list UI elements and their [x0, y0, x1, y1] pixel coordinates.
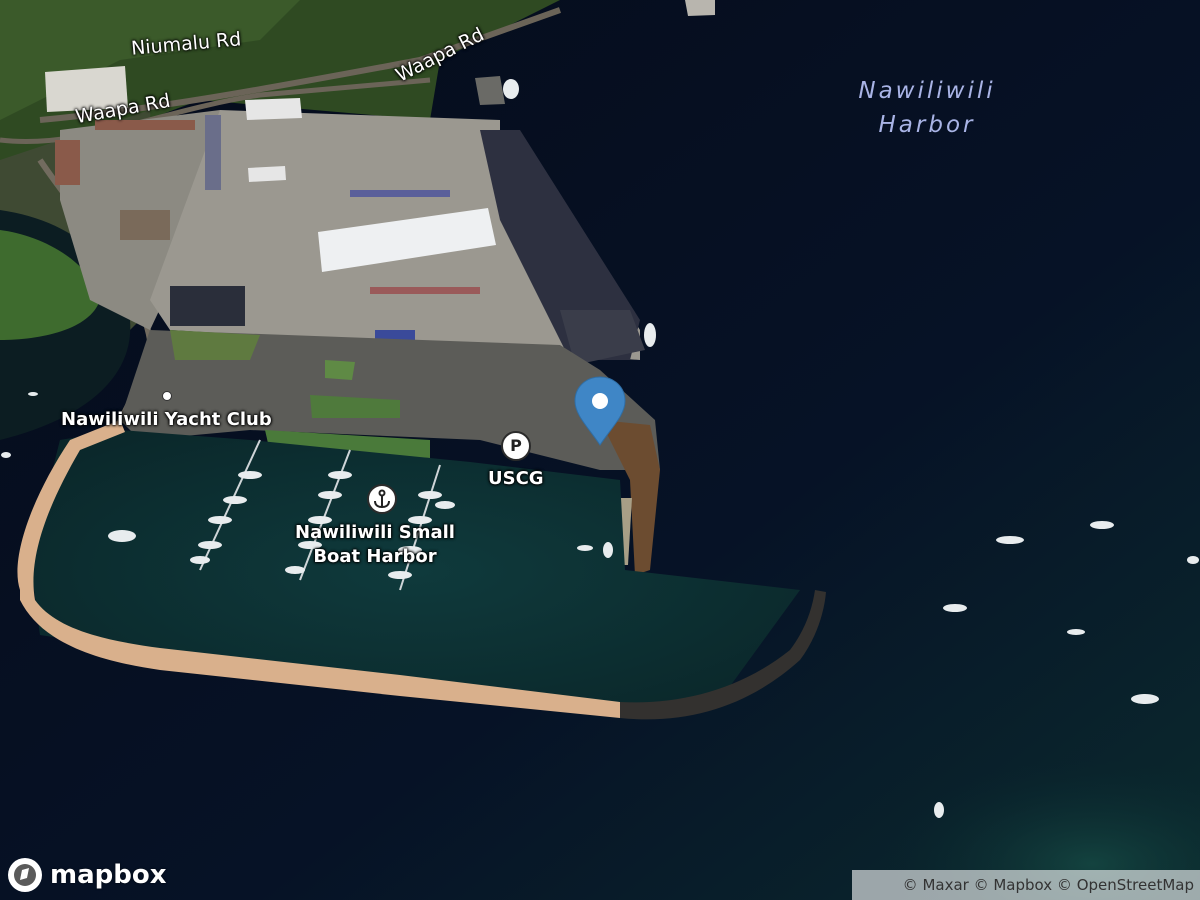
attribution-mapbox-link[interactable]: © Mapbox — [974, 876, 1053, 894]
location-pin-icon[interactable] — [573, 375, 627, 451]
map-view[interactable]: Nawiliwili Harbor Niumalu Rd Waapa Rd Wa… — [0, 0, 1200, 900]
mapbox-logo-icon — [8, 858, 42, 892]
place-label-uscg[interactable]: USCG — [488, 468, 544, 489]
small-boat-harbor-line2: Boat Harbor — [313, 546, 437, 567]
mapbox-logo-text: mapbox — [50, 860, 167, 890]
poi-dot-yacht-club[interactable] — [162, 391, 172, 401]
place-label-yacht-club[interactable]: Nawiliwili Yacht Club — [61, 409, 272, 430]
anchor-glyph — [374, 489, 390, 509]
small-boat-harbor-line1: Nawiliwili Small — [295, 522, 455, 543]
mapbox-logo[interactable]: mapbox — [6, 856, 167, 894]
attribution-bar: © Maxar © Mapbox © OpenStreetMap — [852, 870, 1200, 900]
water-label-line2: Harbor — [878, 112, 976, 138]
water-label-nawiliwili-harbor: Nawiliwili Harbor — [842, 74, 1012, 142]
water-label-line1: Nawiliwili — [858, 78, 996, 104]
attribution-maxar-link[interactable]: © Maxar — [903, 876, 969, 894]
attribution-osm-link[interactable]: © OpenStreetMap — [1057, 876, 1194, 894]
parking-icon[interactable]: P — [501, 431, 531, 461]
place-label-small-boat-harbor[interactable]: Nawiliwili Small Boat Harbor — [295, 521, 455, 569]
location-pin-shape — [574, 376, 626, 446]
anchor-icon[interactable] — [367, 484, 397, 514]
